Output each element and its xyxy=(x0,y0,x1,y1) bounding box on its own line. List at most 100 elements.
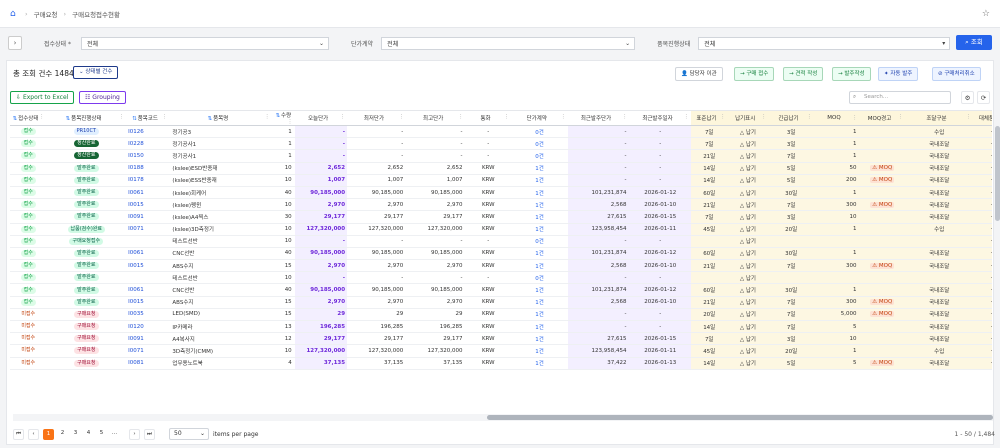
column-menu-icon[interactable]: ⋮ xyxy=(458,114,464,120)
sort-icon[interactable]: ⇅ xyxy=(132,116,137,122)
column-header[interactable]: 긴급납기 ⋮ xyxy=(768,111,814,126)
cell-9[interactable]: 0건 xyxy=(511,137,568,151)
cell-2[interactable]: I0178 xyxy=(126,174,170,187)
cell-2[interactable]: I0015 xyxy=(126,259,170,273)
table-row[interactable]: 미접수 구매요청 I0091 A4복사지 12 29,177 29,177 29,177 KRW… xyxy=(10,332,992,346)
status-count-button[interactable]: ⌄ 상태별 건수 xyxy=(73,66,119,79)
column-menu-icon[interactable]: ⋮ xyxy=(340,114,346,120)
cell-9[interactable]: 1건 xyxy=(511,223,568,236)
column-menu-icon[interactable]: ⋮ xyxy=(399,114,405,120)
next-page-button[interactable]: › xyxy=(129,428,140,440)
progress-select[interactable]: 전체 ▾ xyxy=(698,36,951,50)
table-row[interactable]: 접수 구매요청접수 테스트선반 10 - - - - 0건 - - △ 납기 - xyxy=(10,235,992,248)
column-menu-icon[interactable]: ⋮ xyxy=(162,114,168,120)
cell-2[interactable]: I0061 xyxy=(126,247,170,261)
column-header[interactable]: 최저단가 ⋮ xyxy=(347,111,407,126)
search-input[interactable]: ⌕ Search... xyxy=(849,91,951,104)
home-icon[interactable]: ⌂ xyxy=(10,9,19,18)
cell-2[interactable]: I0188 xyxy=(126,162,170,175)
cell-9[interactable]: 1건 xyxy=(511,259,568,273)
cell-9[interactable]: 1건 xyxy=(511,332,568,346)
page-button[interactable]: 5 xyxy=(97,428,106,440)
table-row[interactable]: 접수 발주완료 I0015 (kslee)펭윈 10 2,970 2,970 2,970 KRW… xyxy=(10,198,992,212)
refresh-icon[interactable]: ⟳ xyxy=(977,91,990,104)
cell-2[interactable]: I0061 xyxy=(126,283,170,297)
column-header[interactable]: ⇅품목명 ⋮ xyxy=(169,111,272,126)
cell-2[interactable]: I0071 xyxy=(126,223,170,236)
column-header[interactable]: 최고단가 ⋮ xyxy=(406,111,466,126)
column-header[interactable]: MOQ경고 ⋮ xyxy=(859,111,906,126)
column-menu-icon[interactable]: ⋮ xyxy=(264,114,270,120)
sort-icon[interactable]: ⇅ xyxy=(66,116,71,122)
column-menu-icon[interactable]: ⋮ xyxy=(287,119,293,125)
cell-9[interactable]: 1건 xyxy=(511,344,568,358)
star-icon[interactable]: ☆ xyxy=(982,9,990,19)
column-header[interactable]: 통화 ⋮ xyxy=(465,111,512,126)
column-header[interactable]: ⇅접수상태 ⋮ xyxy=(10,111,47,126)
cell-2[interactable]: I0150 xyxy=(126,149,170,163)
table-row[interactable]: 접수 발주완료 I0061 CNC선반 40 90,185,000 90,185,000 90… xyxy=(10,247,992,261)
column-menu-icon[interactable]: ⋮ xyxy=(504,114,510,120)
cancel-button[interactable]: ⊘ 구매처리취소 xyxy=(932,67,981,81)
breadcrumb-item[interactable]: 구매요청 xyxy=(34,9,58,19)
column-menu-icon[interactable]: ⋮ xyxy=(119,114,125,120)
vertical-scrollbar[interactable] xyxy=(994,110,1000,420)
cell-9[interactable]: 0건 xyxy=(511,125,568,139)
column-menu-icon[interactable]: ⋮ xyxy=(761,114,767,120)
cell-2[interactable]: I0015 xyxy=(126,198,170,212)
cell-2[interactable]: I0015 xyxy=(126,296,170,309)
cell-9[interactable]: 1건 xyxy=(511,357,568,370)
table-row[interactable]: 접수 발주완료 테스트선반 10 - - - - 0건 - - △ 납기 - xyxy=(10,271,992,285)
scroll-thumb[interactable] xyxy=(487,415,993,420)
cell-9[interactable]: 0건 xyxy=(511,149,568,163)
cell-2[interactable]: I0228 xyxy=(126,137,170,151)
prev-page-button[interactable]: ‹ xyxy=(28,428,39,440)
search-button[interactable]: ⌕ 조회 xyxy=(956,35,992,50)
column-header[interactable]: 단가계약 ⋮ xyxy=(511,111,568,126)
cell-9[interactable]: 0건 xyxy=(511,271,568,285)
export-excel-button[interactable]: ⇩ Export to Excel xyxy=(10,91,75,104)
column-header[interactable]: 최근발주단가 ⋮ xyxy=(568,111,630,126)
cell-2[interactable]: I0061 xyxy=(126,186,170,200)
cell-2[interactable]: I0120 xyxy=(126,320,170,334)
table-row[interactable]: 미접수 구매요청 I0081 업무용노트북 4 37,135 37,135 37,135 KRW… xyxy=(10,357,992,370)
cell-9[interactable]: 1건 xyxy=(511,283,568,297)
table-row[interactable]: 접수 정산완료 I0228 정기공사1 1 - - - - 0건 - - 7일 △ 납기 3일 1 국내조달 - xyxy=(10,137,992,151)
cell-9[interactable]: 1건 xyxy=(511,247,568,261)
column-header[interactable]: 대체품목⋮ xyxy=(973,111,992,126)
cell-2[interactable]: I0126 xyxy=(126,125,170,139)
column-menu-icon[interactable]: ⋮ xyxy=(720,114,726,120)
last-page-button[interactable]: ⏭ xyxy=(144,428,155,440)
sort-icon[interactable]: ⇅ xyxy=(275,113,280,119)
cell-2[interactable] xyxy=(126,271,170,285)
page-button[interactable]: 1 xyxy=(43,428,54,440)
settings-icon[interactable]: ⚙ xyxy=(961,91,974,104)
cell-2[interactable]: I0071 xyxy=(126,344,170,358)
collapse-button[interactable]: › xyxy=(8,36,22,50)
table-row[interactable]: 접수 발주완료 I0061 CNC선반 40 90,185,000 90,185,000 90… xyxy=(10,283,992,297)
column-header[interactable]: 오늘단가 ⋮ xyxy=(294,111,348,126)
table-row[interactable]: 접수 발주완료 I0091 (kslee)A4찍스 30 29,177 29,177 29,1… xyxy=(10,210,992,224)
table-row[interactable]: 접수 발주완료 I0188 (kslee)ESD반종재 10 2,652 2,652 2,65… xyxy=(10,162,992,175)
table-row[interactable]: 접수 발주완료 I0178 (kslee)ESS반종재 10 1,007 1,007 1,00… xyxy=(10,174,992,187)
cell-9[interactable]: 1건 xyxy=(511,308,568,322)
cell-9[interactable]: 1건 xyxy=(511,296,568,309)
column-header[interactable]: ⇅품목코드 ⋮ xyxy=(126,111,170,126)
column-header[interactable]: 납기표시 ⋮ xyxy=(727,111,769,126)
first-page-button[interactable]: ⏮ xyxy=(13,428,24,440)
page-button[interactable]: 2 xyxy=(58,428,67,440)
column-menu-icon[interactable]: ⋮ xyxy=(684,114,690,120)
column-menu-icon[interactable]: ⋮ xyxy=(806,114,812,120)
scroll-thumb[interactable] xyxy=(995,126,1000,221)
column-header[interactable]: ⇅품목진행상태 ⋮ xyxy=(46,111,127,126)
per-page-select[interactable]: 50 ⌄ xyxy=(169,428,209,440)
estimate-button[interactable]: → 견적 작성 xyxy=(783,67,824,81)
order-button[interactable]: → 발주작성 xyxy=(832,67,871,81)
status-select[interactable]: 전체 ⌄ xyxy=(81,36,329,50)
column-menu-icon[interactable]: ⋮ xyxy=(39,114,45,120)
column-menu-icon[interactable]: ⋮ xyxy=(622,114,628,120)
sort-icon[interactable]: ⇅ xyxy=(13,116,18,122)
table-row[interactable]: 미접수 구매요청 I0071 3D측정기(CMM) 10 127,320,000 127,3… xyxy=(10,344,992,358)
contract-select[interactable]: 전체 ⌄ xyxy=(381,36,636,50)
cell-2[interactable] xyxy=(126,235,170,248)
